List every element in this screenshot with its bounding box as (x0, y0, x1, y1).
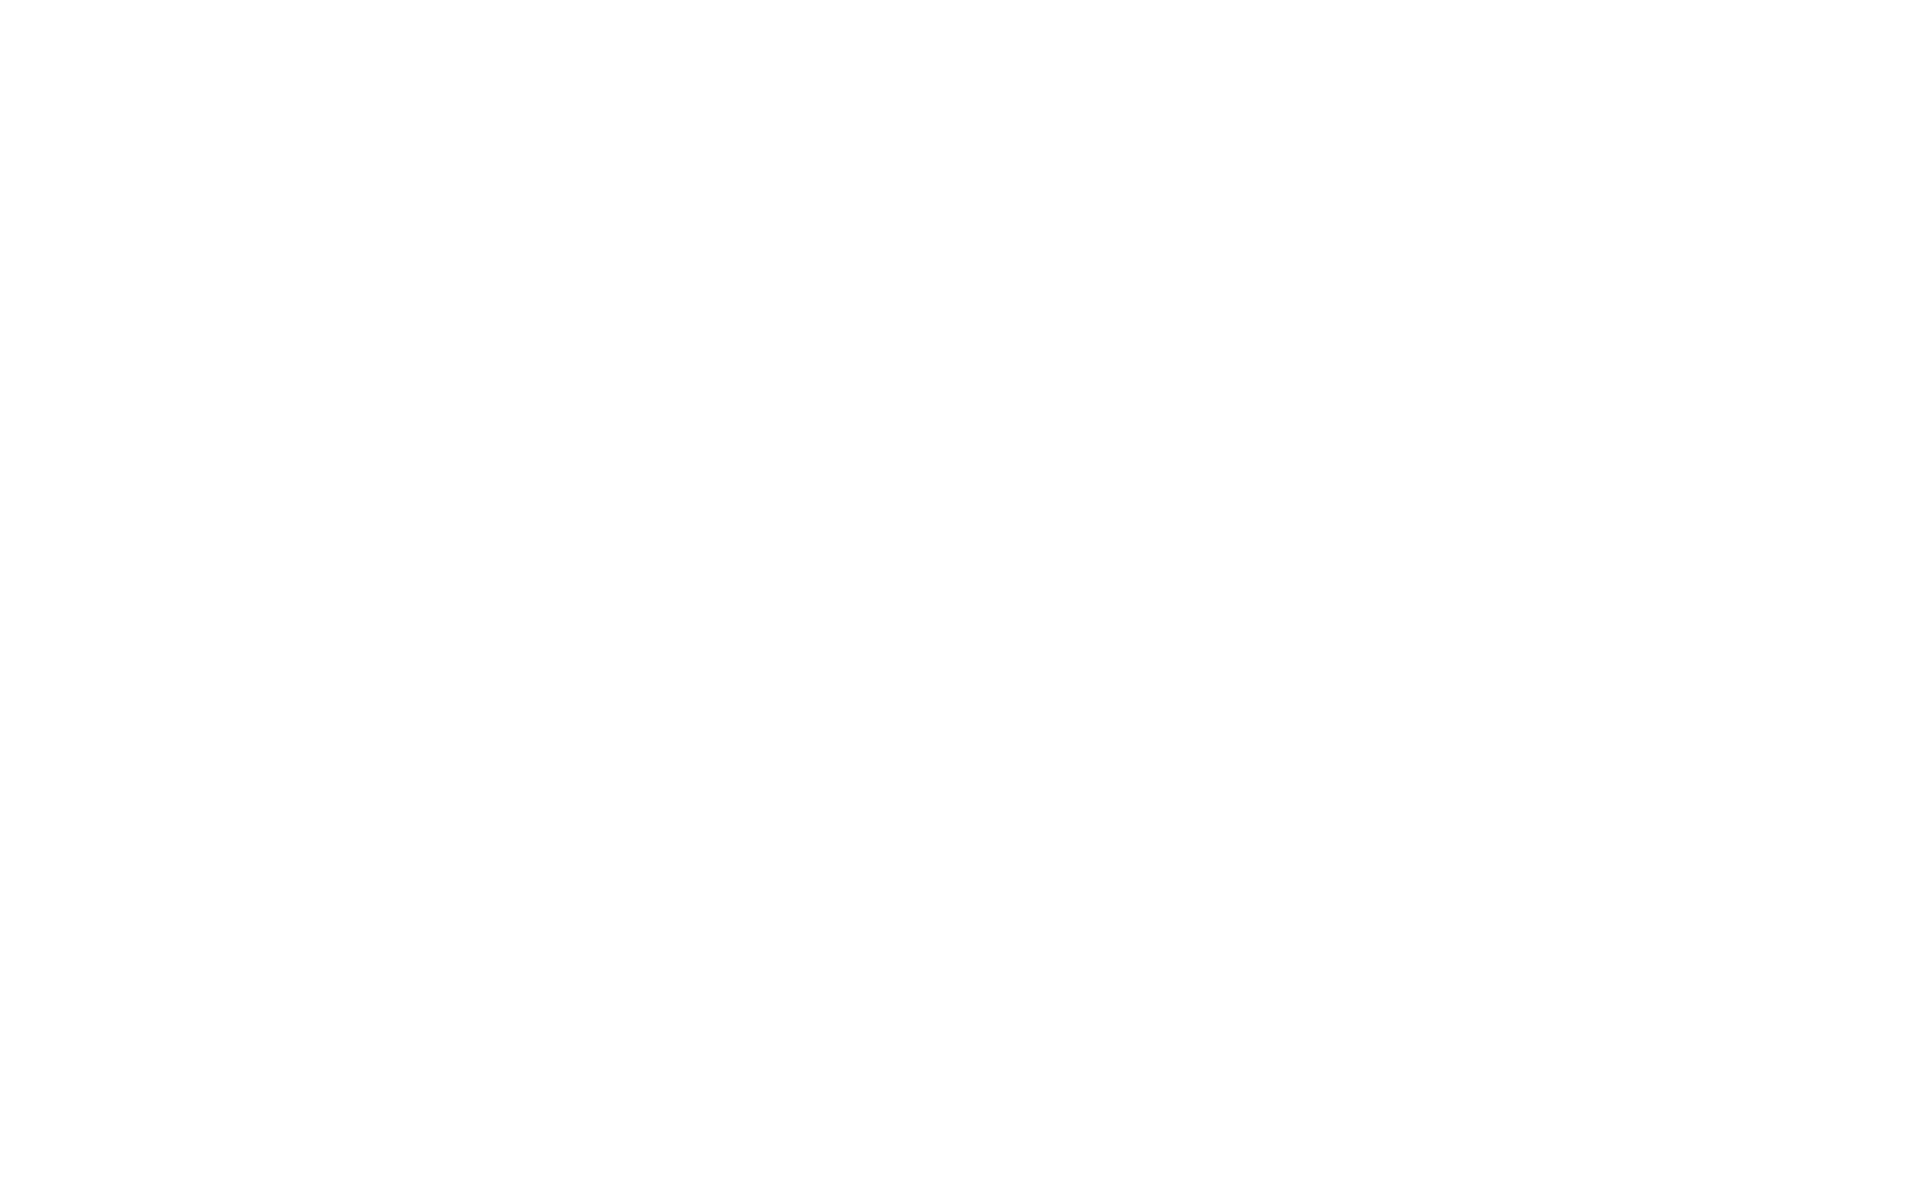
org-chart (0, 0, 1928, 1191)
connector-lines (0, 0, 1928, 1191)
